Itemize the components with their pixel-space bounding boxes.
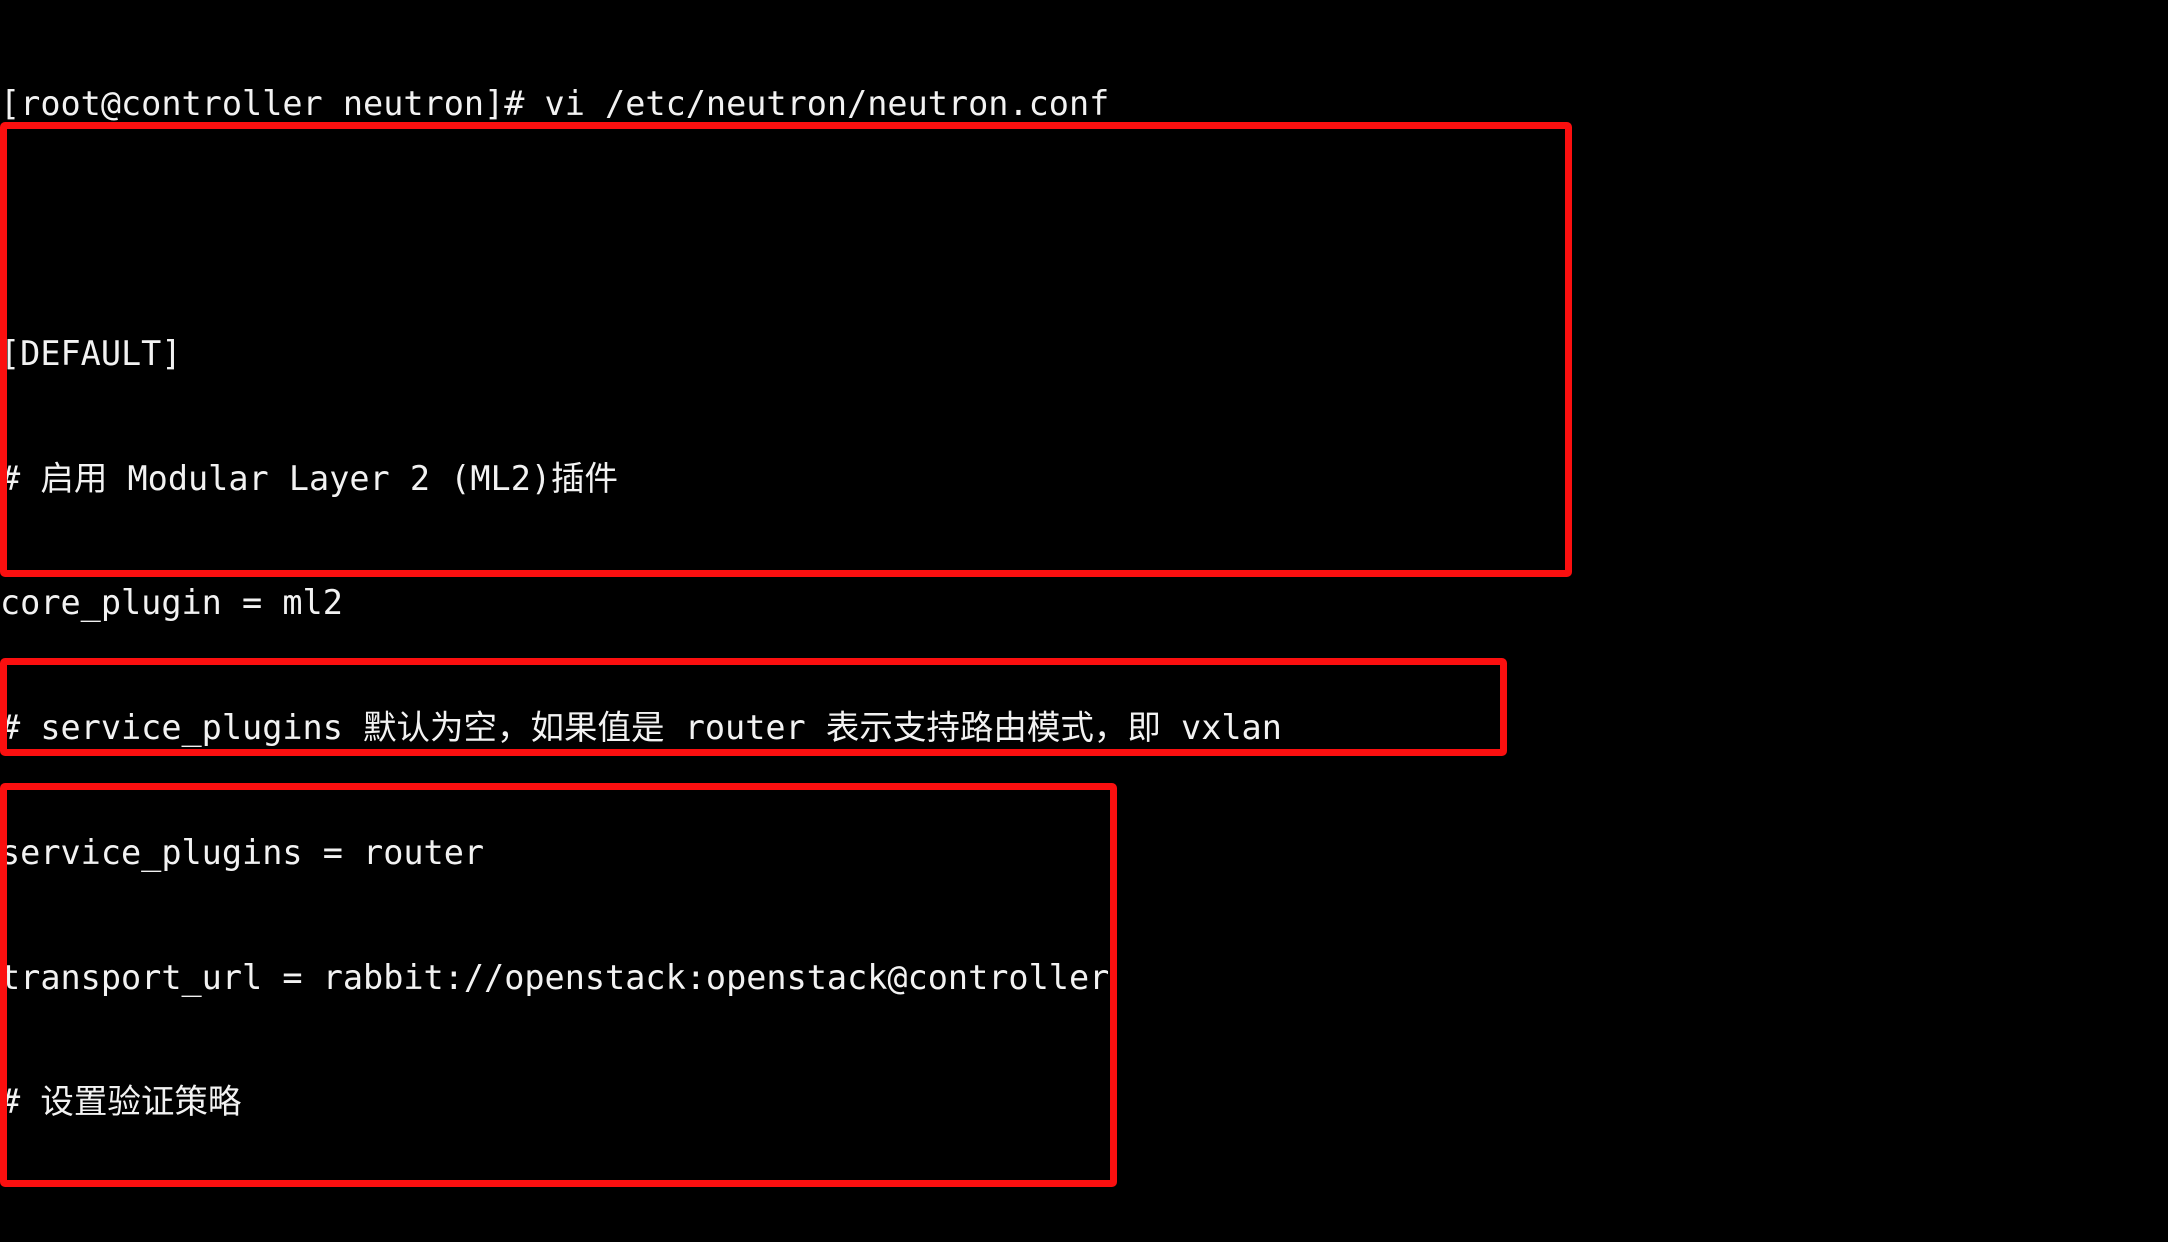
config-comment-auth-strategy: # 设置验证策略 xyxy=(0,1082,242,1122)
terminal-bottom-margin xyxy=(0,1188,2168,1242)
config-setting-service-plugins: service_plugins = router xyxy=(0,832,485,872)
config-comment-ml2: # 启用 Modular Layer 2 (ML2)插件 xyxy=(0,458,619,498)
terminal-line-prompt: [root@controller neutron]# vi /etc/neutr… xyxy=(0,84,1110,124)
config-setting-core-plugin: core_plugin = ml2 xyxy=(0,583,343,623)
terminal-window: [root@controller neutron]# vi /etc/neutr… xyxy=(0,0,2168,1242)
terminal-text-buffer[interactable]: [root@controller neutron]# vi /etc/neutr… xyxy=(0,0,2168,1242)
config-setting-transport-url: transport_url = rabbit://openstack:opens… xyxy=(0,957,1110,997)
config-section-default: [DEFAULT] xyxy=(0,333,182,373)
config-comment-service-plugins: # service_plugins 默认为空，如果值是 router 表示支持路… xyxy=(0,708,1282,748)
